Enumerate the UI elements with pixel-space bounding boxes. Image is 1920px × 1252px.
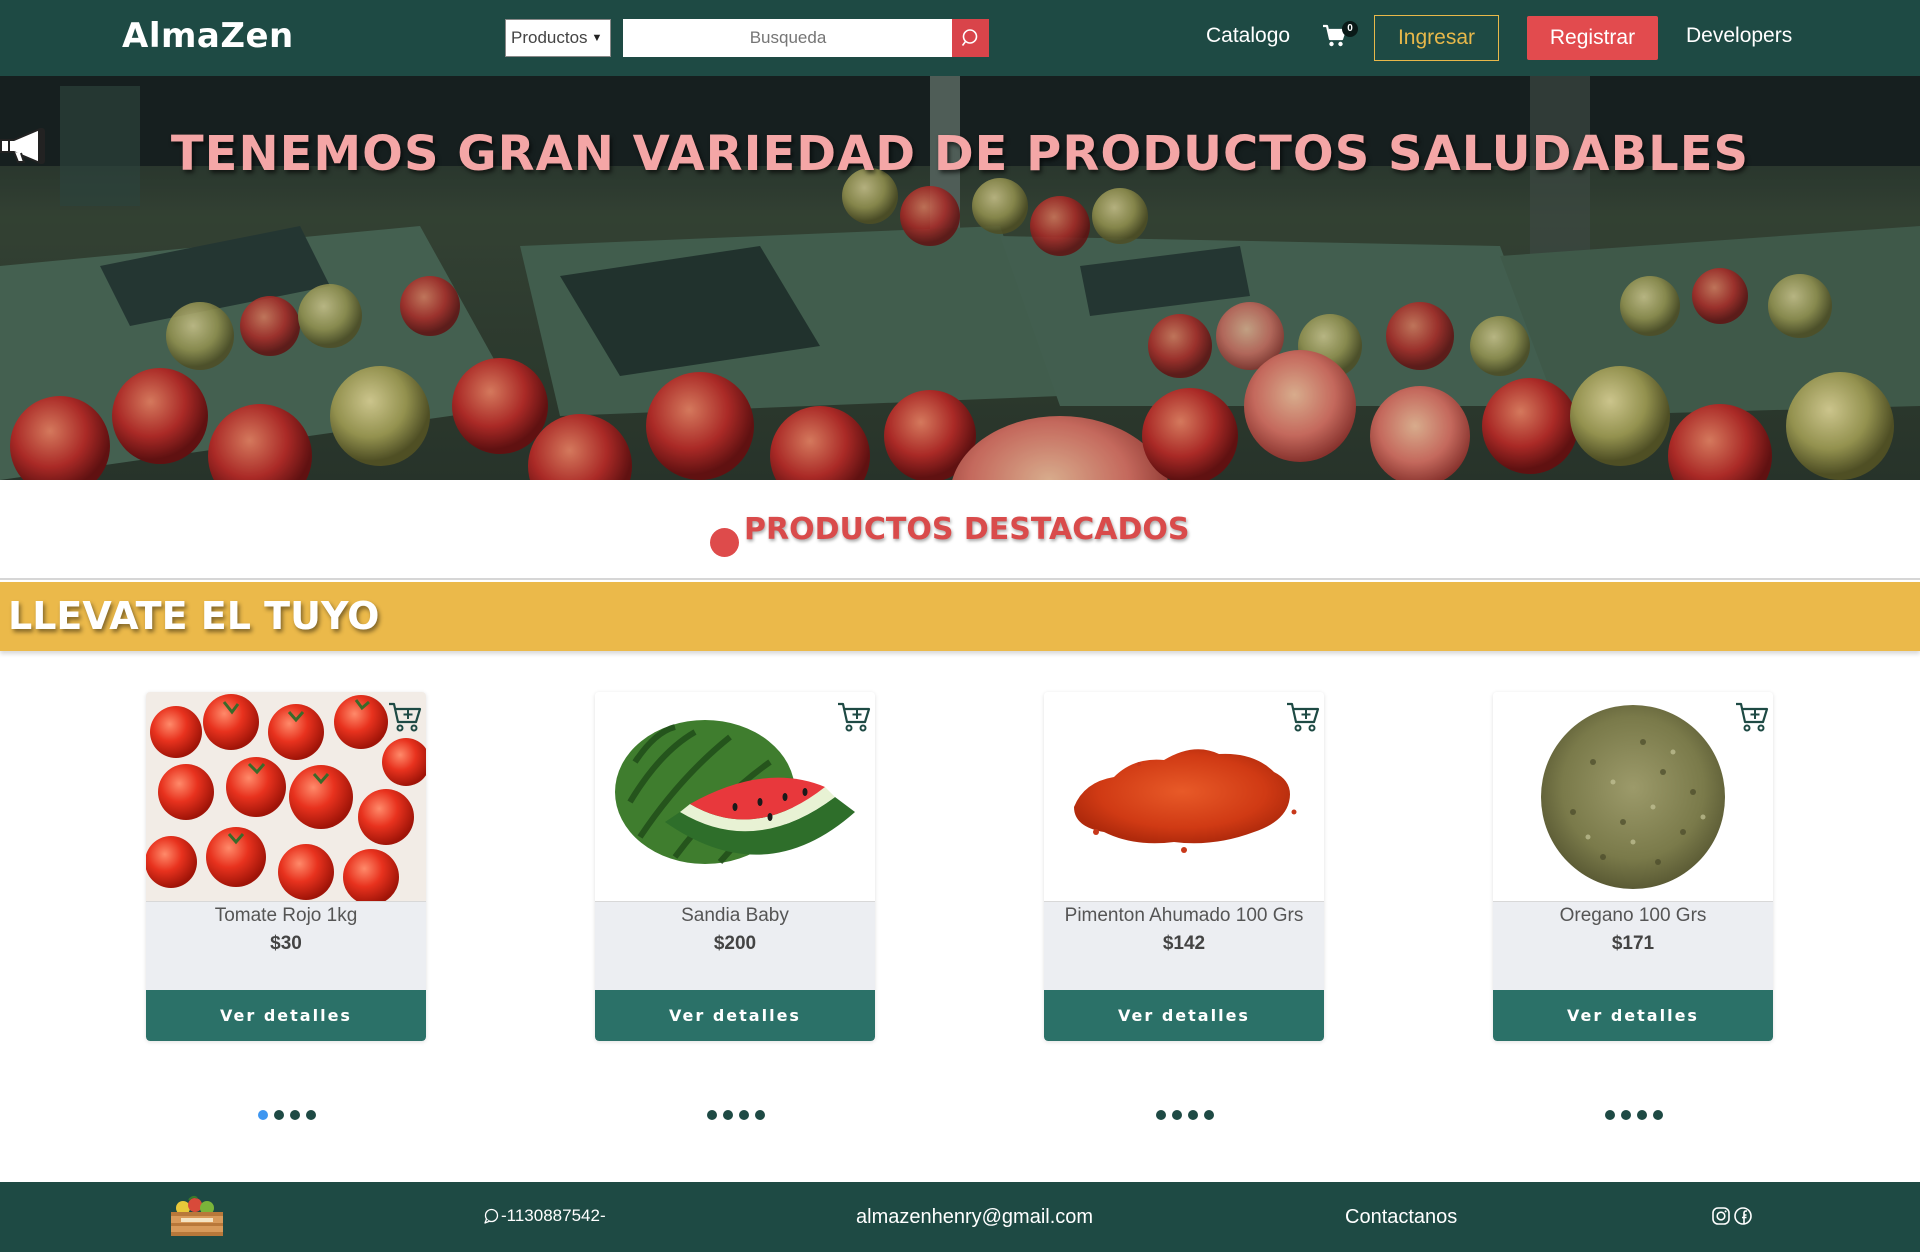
footer-logo[interactable] [167, 1194, 227, 1238]
carousel-dot[interactable] [755, 1110, 765, 1120]
featured-dot-icon [710, 528, 739, 557]
cart-count-badge: 0 [1342, 21, 1358, 37]
footer: -1130887542- almazenhenry@gmail.com Cont… [0, 1182, 1920, 1252]
product-card: Pimenton Ahumado 100 Grs $142 Ver detall… [1044, 692, 1324, 1041]
carousel-dot[interactable] [1156, 1110, 1166, 1120]
view-details-button[interactable]: Ver detalles [1493, 990, 1773, 1041]
section-divider [0, 578, 1920, 580]
carousel-indicators [1156, 1110, 1214, 1120]
carousel-dot[interactable] [723, 1110, 733, 1120]
product-card: Oregano 100 Grs $171 Ver detalles [1493, 692, 1773, 1041]
developers-link[interactable]: Developers [1686, 24, 1792, 48]
chevron-down-icon: ▼ [591, 32, 603, 44]
product-price: $142 [1162, 933, 1206, 954]
carousel-dot[interactable] [739, 1110, 749, 1120]
brand-logo[interactable]: AlmaZen [122, 16, 294, 56]
carousel-indicators [1605, 1110, 1663, 1120]
search-input[interactable] [623, 19, 953, 57]
navbar: AlmaZen Productos ▼ Catalogo 0 Ingresar … [0, 0, 1920, 76]
footer-phone-text: -1130887542- [501, 1206, 606, 1225]
promo-banner-title: LLEVATE EL TUYO [8, 594, 380, 638]
megaphone-icon [0, 128, 45, 164]
whatsapp-icon [484, 1208, 499, 1224]
cart-plus-icon [1287, 702, 1320, 732]
search-icon [961, 29, 977, 46]
register-button[interactable]: Registrar [1527, 16, 1658, 60]
search-button[interactable] [952, 19, 989, 57]
hero-title-text: TENEMOS GRAN VARIEDAD DE PRODUCTOS SALUD… [170, 126, 1750, 182]
carousel-dot[interactable] [306, 1110, 316, 1120]
carousel-dot[interactable] [274, 1110, 284, 1120]
footer-phone[interactable]: -1130887542- [483, 1206, 606, 1226]
product-price: $171 [1611, 933, 1655, 954]
view-details-button[interactable]: Ver detalles [1044, 990, 1324, 1041]
cart-plus-icon [838, 702, 871, 732]
product-name: Sandia Baby [681, 905, 789, 926]
carousel-dot[interactable] [1188, 1110, 1198, 1120]
category-select-value: Productos [511, 28, 588, 47]
produce-crate-icon [171, 1195, 223, 1236]
featured-title: PRODUCTOS DESTACADOS [744, 512, 1190, 547]
carousel-dot[interactable] [1172, 1110, 1182, 1120]
carousel-indicators [258, 1110, 316, 1120]
cart-plus-icon [1736, 702, 1769, 732]
cart-plus-icon [389, 702, 422, 732]
product-card: Tomate Rojo 1kg $30 Ver detalles [146, 692, 426, 1041]
carousel-indicators [707, 1110, 765, 1120]
featured-heading: PRODUCTOS DESTACADOS [0, 504, 1920, 557]
product-name: Oregano 100 Grs [1559, 905, 1707, 926]
hero-banner: TENEMOS GRAN VARIEDAD DE PRODUCTOS SALUD… [0, 76, 1920, 480]
add-to-cart-button[interactable] [1285, 700, 1321, 734]
add-to-cart-button[interactable] [1734, 700, 1770, 734]
carousel-dot[interactable] [1621, 1110, 1631, 1120]
carousel-dot[interactable] [290, 1110, 300, 1120]
view-details-button[interactable]: Ver detalles [146, 990, 426, 1041]
product-price: $200 [713, 933, 757, 954]
add-to-cart-button[interactable] [836, 700, 872, 734]
product-price: $30 [270, 933, 302, 954]
product-card: Sandia Baby $200 Ver detalles [595, 692, 875, 1041]
product-image-oregano[interactable] [1493, 692, 1773, 902]
add-to-cart-button[interactable] [387, 700, 423, 734]
footer-social [1711, 1206, 1753, 1226]
instagram-icon[interactable] [1711, 1206, 1731, 1226]
product-image-tomatoes[interactable] [146, 692, 426, 902]
hero-title: TENEMOS GRAN VARIEDAD DE PRODUCTOS SALUD… [0, 126, 1920, 182]
product-image-watermelon[interactable] [595, 692, 875, 902]
footer-contact-link[interactable]: Contactanos [1345, 1206, 1457, 1229]
footer-email[interactable]: almazenhenry@gmail.com [856, 1206, 1093, 1229]
promo-banner: LLEVATE EL TUYO [0, 582, 1920, 651]
category-select[interactable]: Productos ▼ [505, 19, 611, 57]
view-details-button[interactable]: Ver detalles [595, 990, 875, 1041]
carousel-dot[interactable] [1605, 1110, 1615, 1120]
product-name: Tomate Rojo 1kg [214, 905, 358, 926]
product-name: Pimenton Ahumado 100 Grs [1064, 905, 1304, 926]
carousel-dot[interactable] [707, 1110, 717, 1120]
carousel-dot[interactable] [258, 1110, 268, 1120]
login-button[interactable]: Ingresar [1374, 15, 1499, 61]
carousel-dot[interactable] [1637, 1110, 1647, 1120]
carousel-dot[interactable] [1204, 1110, 1214, 1120]
facebook-icon[interactable] [1733, 1206, 1753, 1226]
product-image-paprika[interactable] [1044, 692, 1324, 902]
catalog-link[interactable]: Catalogo [1206, 24, 1290, 48]
carousel-dot[interactable] [1653, 1110, 1663, 1120]
